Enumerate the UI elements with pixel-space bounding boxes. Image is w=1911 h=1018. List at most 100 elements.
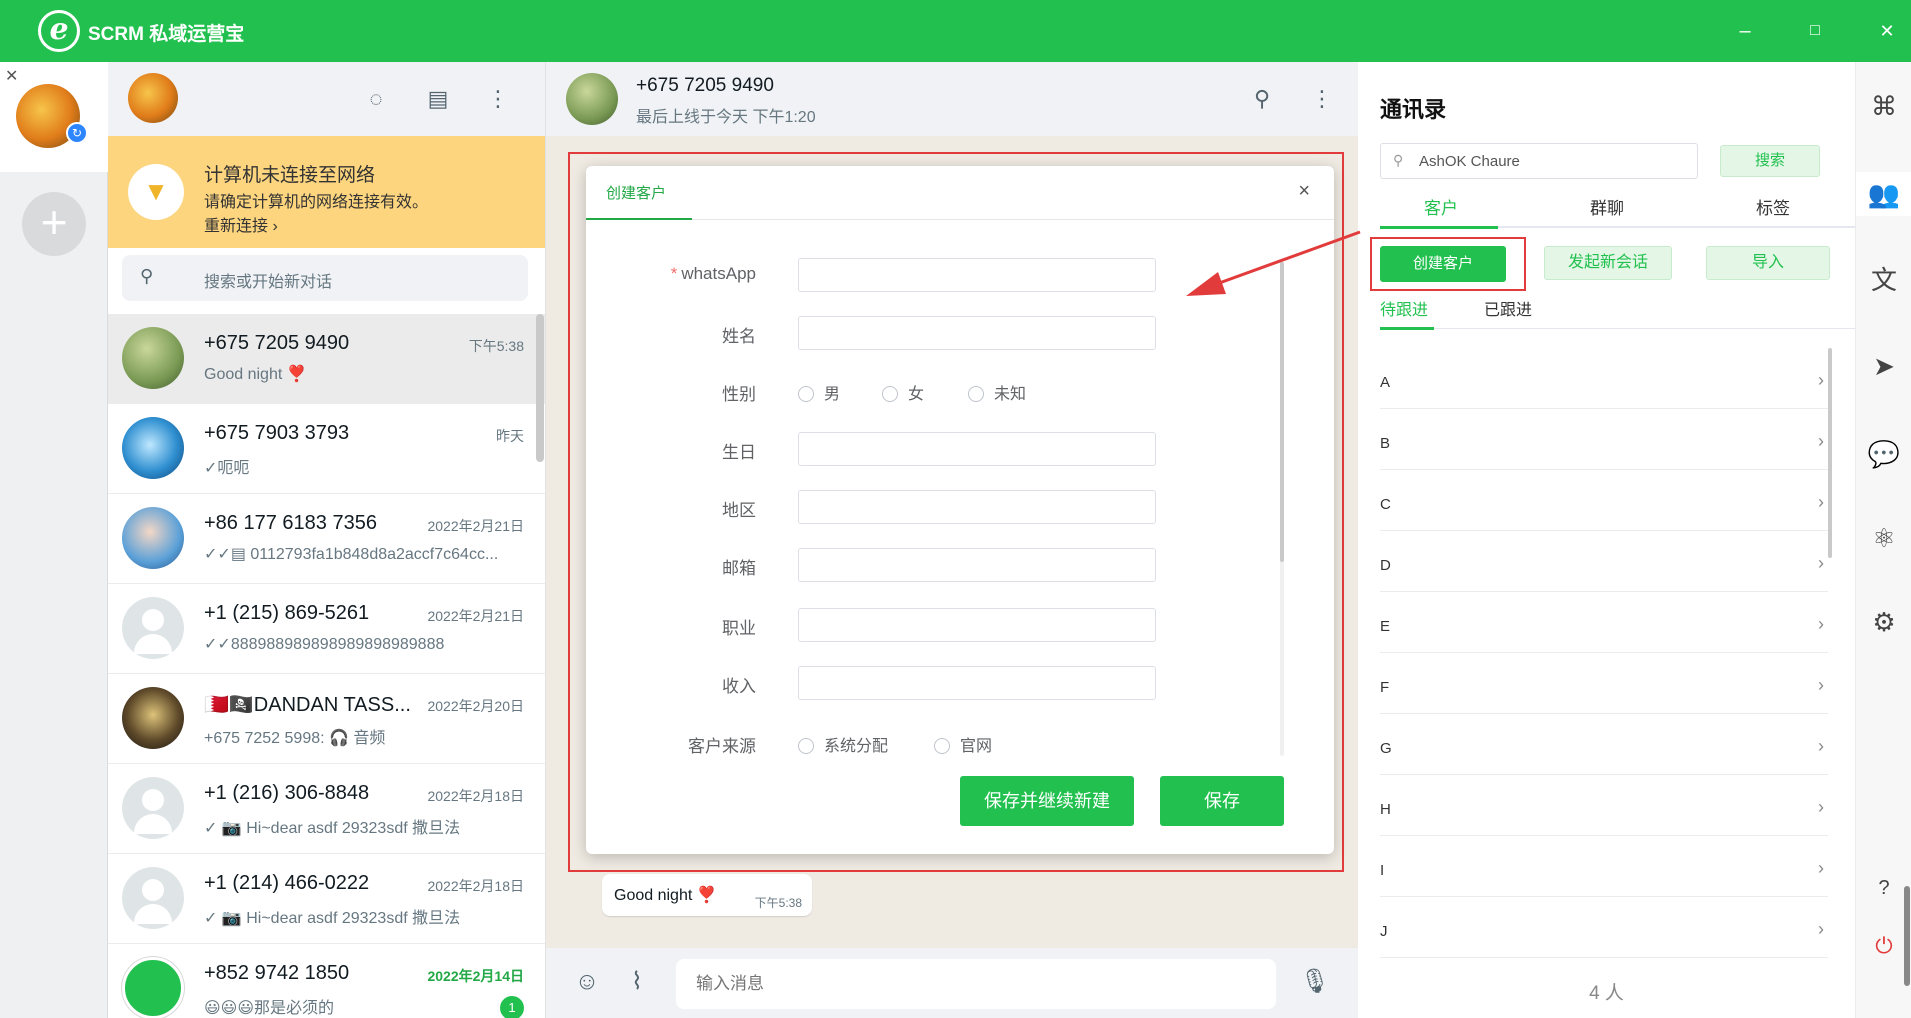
tab-groups[interactable]: 群聊 bbox=[1590, 194, 1624, 219]
income-input[interactable] bbox=[798, 666, 1156, 700]
account-item[interactable]: ✕ ↻ bbox=[0, 62, 108, 172]
contacts-search-button[interactable]: 搜索 bbox=[1720, 145, 1820, 177]
letter-label: C bbox=[1380, 496, 1391, 513]
translate-icon[interactable]: 文 bbox=[1856, 258, 1911, 302]
atom-icon[interactable]: ⚛ bbox=[1856, 516, 1911, 560]
chat-contact-avatar[interactable] bbox=[566, 73, 618, 125]
my-avatar[interactable] bbox=[128, 73, 178, 123]
add-account-button[interactable]: + bbox=[22, 192, 86, 256]
letter-group-row[interactable]: F › bbox=[1380, 653, 1828, 714]
chat-bubble-icon[interactable]: 💬 bbox=[1856, 432, 1911, 476]
subtab-followed[interactable]: 已跟进 bbox=[1484, 296, 1532, 320]
chat-row[interactable]: +1 (214) 466-0222 2022年2月18日 ✓ 📷 Hi~dear… bbox=[108, 854, 545, 944]
microphone-icon[interactable]: 🎙 bbox=[1298, 966, 1332, 1000]
rail-drag-handle[interactable] bbox=[1904, 886, 1910, 986]
minimize-button[interactable]: – bbox=[1730, 16, 1760, 46]
dialog-close-icon[interactable]: × bbox=[1298, 180, 1310, 203]
birthday-label: 生日 bbox=[722, 443, 756, 462]
letter-group-row[interactable]: B › bbox=[1380, 409, 1828, 470]
message-input[interactable] bbox=[676, 959, 1276, 1009]
chat-row[interactable]: +675 7205 9490 下午5:38 Good night ❣️ bbox=[108, 314, 545, 404]
chat-row[interactable]: +1 (215) 869-5261 2022年2月21日 ✓✓888988989… bbox=[108, 584, 545, 674]
dialog-tab-create-customer[interactable]: 创建客户 bbox=[606, 182, 666, 203]
subtab-indicator bbox=[1380, 327, 1434, 330]
letter-group-row[interactable]: C › bbox=[1380, 470, 1828, 531]
chat-preview: ✓ 📷 Hi~dear asdf 29323sdf 撒旦法 bbox=[204, 910, 461, 927]
new-chat-icon[interactable]: ▤ bbox=[422, 84, 454, 116]
create-customer-dialog: 创建客户 × * whatsApp 姓名 性别 男 女 未知 生日 地区 邮箱 职… bbox=[586, 166, 1334, 854]
whatsapp-input[interactable] bbox=[798, 258, 1156, 292]
search-icon[interactable]: ⚲ bbox=[1246, 84, 1278, 116]
email-label: 邮箱 bbox=[722, 559, 756, 578]
region-input[interactable] bbox=[798, 490, 1156, 524]
send-icon[interactable]: ➤ bbox=[1856, 344, 1911, 388]
chat-header: +675 7205 9490 最后上线于今天 下午1:20 ⚲ ⋮ bbox=[546, 62, 1358, 136]
save-and-new-button[interactable]: 保存并继续新建 bbox=[960, 776, 1134, 826]
source-radio-website[interactable]: 官网 bbox=[934, 732, 992, 756]
email-input[interactable] bbox=[798, 548, 1156, 582]
chat-row[interactable]: 🇧🇭🏴‍☠️DANDAN TASS... 2022年2月20日 +675 725… bbox=[108, 674, 545, 764]
settings-icon[interactable]: ⚙ bbox=[1856, 600, 1911, 644]
chat-search-box[interactable]: ⚲ 搜索或开始新对话 bbox=[122, 255, 528, 301]
maximize-button[interactable]: □ bbox=[1800, 16, 1830, 46]
annotation-box bbox=[1370, 237, 1526, 291]
save-button[interactable]: 保存 bbox=[1160, 776, 1284, 826]
gender-radio-male[interactable]: 男 bbox=[798, 380, 840, 404]
letter-group-row[interactable]: D › bbox=[1380, 531, 1828, 592]
letter-group-row[interactable]: H › bbox=[1380, 775, 1828, 836]
tab-customers[interactable]: 客户 bbox=[1424, 194, 1458, 219]
letter-group-row[interactable]: E › bbox=[1380, 592, 1828, 653]
contact-avatar bbox=[122, 327, 184, 389]
chevron-right-icon: › bbox=[1818, 736, 1824, 756]
source-radio-system[interactable]: 系统分配 bbox=[798, 732, 888, 756]
chat-row[interactable]: +675 7903 3793 昨天 ✓呃呃 bbox=[108, 404, 545, 494]
menu-dots-icon[interactable]: ⋮ bbox=[482, 84, 514, 116]
contacts-icon[interactable]: 👥 bbox=[1856, 172, 1911, 216]
chat-row[interactable]: +852 9742 1850 2022年2月14日 😃😃😃那是必须的 1 bbox=[108, 944, 545, 1018]
menu-dots-icon[interactable]: ⋮ bbox=[1306, 84, 1338, 116]
composer: ☺ ⌇ 🎙 bbox=[546, 948, 1358, 1018]
name-input[interactable] bbox=[798, 316, 1156, 350]
gender-radio-female[interactable]: 女 bbox=[882, 380, 924, 404]
chat-preview: ✓ 📷 Hi~dear asdf 29323sdf 撒旦法 bbox=[204, 820, 461, 837]
close-account-icon[interactable]: ✕ bbox=[5, 66, 18, 86]
help-icon[interactable]: ? bbox=[1856, 866, 1911, 910]
tab-tags[interactable]: 标签 bbox=[1756, 194, 1790, 219]
contacts-search-input[interactable]: ⚲ AshOK Chaure bbox=[1380, 143, 1698, 179]
chat-name: +675 7903 3793 bbox=[204, 422, 350, 444]
apps-grid-icon[interactable]: ⌘ bbox=[1856, 84, 1911, 128]
dialog-scrollbar[interactable] bbox=[1280, 262, 1284, 562]
letter-group-row[interactable]: A › bbox=[1380, 348, 1828, 409]
letter-group-row[interactable]: I › bbox=[1380, 836, 1828, 897]
import-button[interactable]: 导入 bbox=[1706, 246, 1830, 280]
letter-label: D bbox=[1380, 557, 1391, 574]
chat-row[interactable]: +1 (216) 306-8848 2022年2月18日 ✓ 📷 Hi~dear… bbox=[108, 764, 545, 854]
contacts-panel: 通讯录 ⚲ AshOK Chaure 搜索 客户 群聊 标签 创建客户 发起新会… bbox=[1358, 62, 1856, 1018]
close-window-button[interactable]: ✕ bbox=[1872, 16, 1902, 46]
chevron-right-icon: › bbox=[1818, 675, 1824, 695]
status-icon[interactable]: ◌ bbox=[360, 84, 392, 116]
emoji-icon[interactable]: ☺ bbox=[570, 966, 604, 1000]
birthday-input[interactable] bbox=[798, 432, 1156, 466]
chat-list-scrollbar[interactable] bbox=[536, 314, 544, 462]
chat-time: 2022年2月21日 bbox=[427, 608, 524, 624]
letter-group-row[interactable]: G › bbox=[1380, 714, 1828, 775]
contacts-scrollbar[interactable] bbox=[1828, 348, 1832, 558]
gender-radio-unknown[interactable]: 未知 bbox=[968, 380, 1026, 404]
letter-group-row[interactable]: J › bbox=[1380, 897, 1828, 958]
subtab-pending[interactable]: 待跟进 bbox=[1380, 296, 1428, 320]
dialog-tab-indicator bbox=[586, 218, 692, 220]
unread-badge: 1 bbox=[500, 996, 524, 1018]
whatsapp-label-text: whatsApp bbox=[681, 264, 756, 283]
reconnect-link[interactable]: 重新连接 › bbox=[204, 212, 278, 236]
chat-contact-name[interactable]: +675 7205 9490 bbox=[636, 75, 774, 97]
attach-icon[interactable]: ⌇ bbox=[620, 966, 654, 1000]
letter-label: E bbox=[1380, 618, 1391, 635]
letter-label: H bbox=[1380, 801, 1391, 818]
logout-icon[interactable]: ⏻ bbox=[1856, 924, 1911, 968]
letter-label: F bbox=[1380, 679, 1390, 696]
occupation-input[interactable] bbox=[798, 608, 1156, 642]
chat-row[interactable]: +86 177 6183 7356 2022年2月21日 ✓✓▤ 0112793… bbox=[108, 494, 545, 584]
new-session-button[interactable]: 发起新会话 bbox=[1544, 246, 1672, 280]
chevron-right-icon: › bbox=[1818, 431, 1824, 451]
